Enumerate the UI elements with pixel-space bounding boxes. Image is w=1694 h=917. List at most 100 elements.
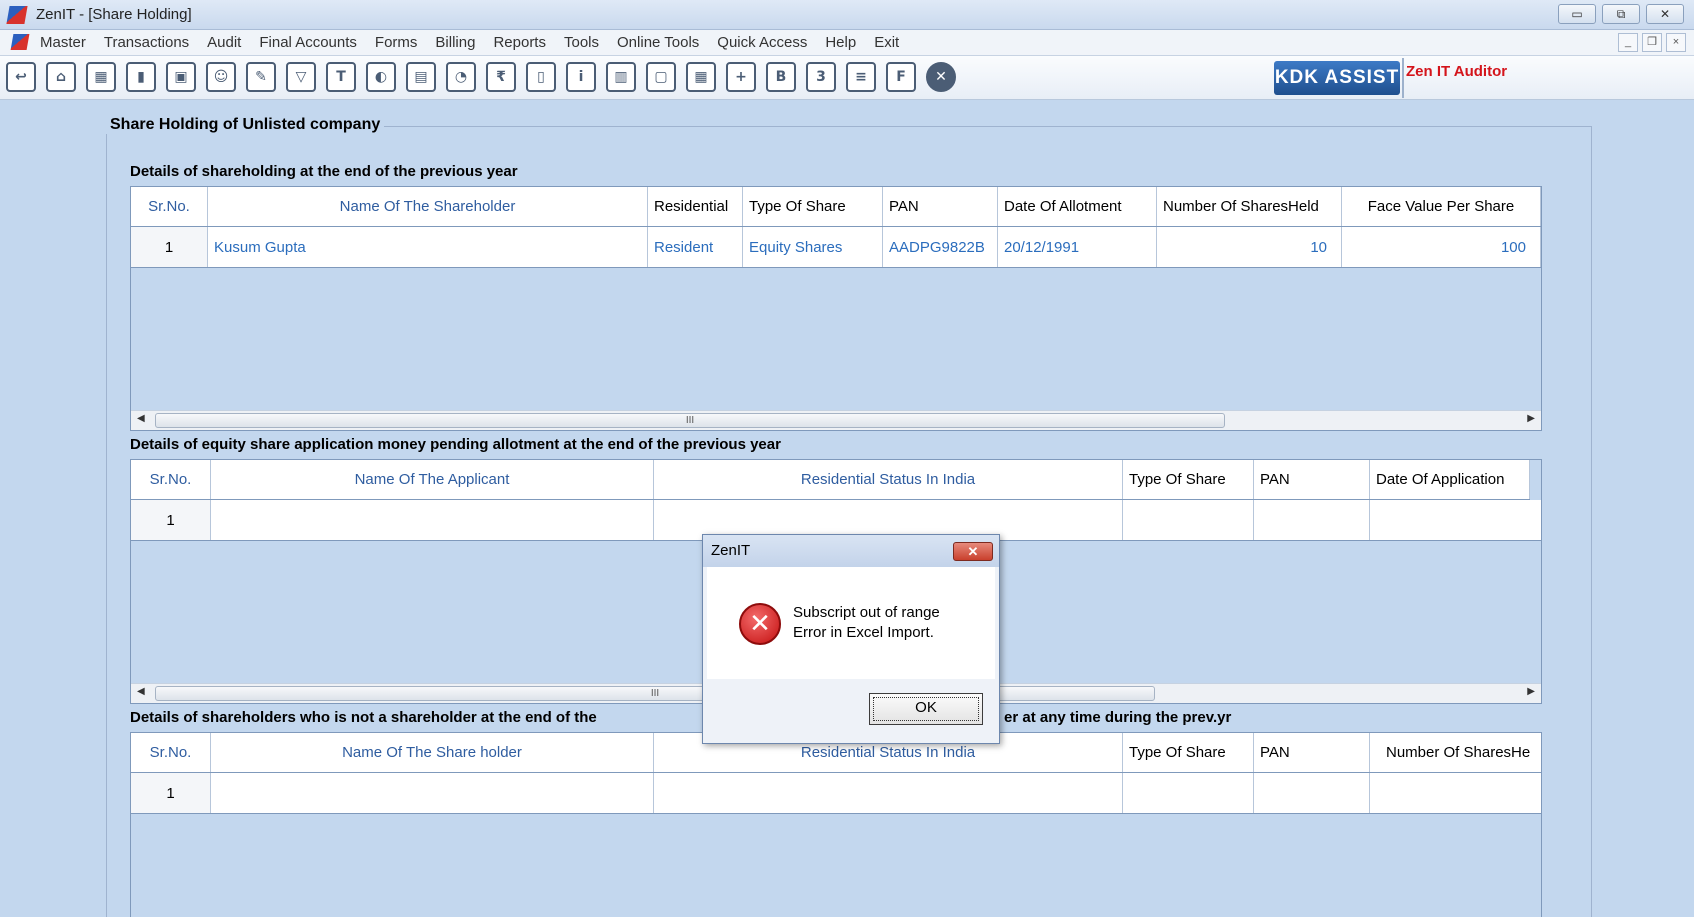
document-icon[interactable]: ▢ (646, 62, 676, 92)
scroll-right-icon[interactable]: ▶ (1527, 413, 1535, 424)
grid-header: Sr.No. Name Of The Shareholder Residenti… (131, 187, 1541, 227)
edit-icon[interactable]: ✎ (246, 62, 276, 92)
applicant-name-cell[interactable] (211, 500, 654, 540)
scroll-left-icon[interactable]: ◀ (137, 413, 145, 424)
menu-final-accounts[interactable]: Final Accounts (259, 34, 357, 51)
col-pan: PAN (1254, 460, 1370, 499)
calendar-icon[interactable]: ▦ (686, 62, 716, 92)
dialog-title: ZenIT (711, 542, 751, 559)
info-icon[interactable]: i (566, 62, 596, 92)
horizontal-scrollbar[interactable]: ◀ III ▶ (131, 410, 1541, 430)
menu-quick-access[interactable]: Quick Access (717, 34, 807, 51)
type-of-share-cell[interactable]: Equity Shares (743, 227, 883, 267)
menu-billing[interactable]: Billing (435, 34, 475, 51)
window-controls: ▭ ⧉ ✕ (1558, 4, 1684, 24)
filter-icon[interactable]: ▽ (286, 62, 316, 92)
pay-icon[interactable]: ₹ (486, 62, 516, 92)
table-row[interactable]: 1 (131, 773, 1541, 814)
col-sr-no: Sr.No. (131, 187, 208, 226)
col-pan: PAN (1254, 733, 1370, 772)
col-sr-no: Sr.No. (131, 460, 211, 499)
mdi-close-button[interactable]: × (1666, 33, 1686, 52)
scroll-left-icon[interactable]: ◀ (137, 686, 145, 697)
section3-label-left: Details of shareholders who is not a sha… (130, 709, 597, 726)
shareholding-grid[interactable]: Sr.No. Name Of The Shareholder Residenti… (130, 186, 1542, 431)
menu-tools[interactable]: Tools (564, 34, 599, 51)
back-icon[interactable]: ↩ (6, 62, 36, 92)
row-sr-no: 1 (131, 227, 208, 267)
bar-chart-icon[interactable]: ▮ (126, 62, 156, 92)
menu-master[interactable]: Master (40, 34, 86, 51)
report-icon[interactable]: ▥ (606, 62, 636, 92)
3cd-icon[interactable]: 3 (806, 62, 836, 92)
row-sr-no: 1 (131, 773, 211, 813)
number-of-shares-cell[interactable]: 10 (1157, 227, 1342, 267)
pan-cell[interactable] (1254, 773, 1370, 813)
dialog-title-bar[interactable]: ZenIT ✕ (703, 535, 999, 567)
table-row[interactable]: 1 Kusum Gupta Resident Equity Shares AAD… (131, 227, 1541, 268)
fac-icon[interactable]: F (886, 62, 916, 92)
scroll-thumb[interactable]: III (155, 686, 1155, 701)
dialog-close-button[interactable]: ✕ (953, 542, 993, 561)
type-of-share-cell[interactable] (1123, 773, 1254, 813)
col-face-value: Face Value Per Share (1342, 187, 1541, 226)
menu-audit[interactable]: Audit (207, 34, 241, 51)
tax-icon[interactable]: T (326, 62, 356, 92)
calculator-icon[interactable]: ▤ (406, 62, 436, 92)
col-shareholder-name: Name Of The Share holder (211, 733, 654, 772)
menu-transactions[interactable]: Transactions (104, 34, 189, 51)
date-of-application-cell[interactable] (1370, 500, 1541, 540)
add-icon[interactable]: + (726, 62, 756, 92)
error-line-1: Subscript out of range (793, 604, 940, 621)
number-of-shares-cell[interactable] (1370, 773, 1541, 813)
dialog-body: ✕ Subscript out of range Error in Excel … (707, 567, 995, 679)
home-icon[interactable]: ⌂ (46, 62, 76, 92)
group-title: Share Holding of Unlisted company (106, 116, 385, 134)
title-bar: ZenIT - [Share Holding] ▭ ⧉ ✕ (0, 0, 1694, 30)
users-icon[interactable]: ☺ (206, 62, 236, 92)
toggle-icon[interactable]: ◐ (366, 62, 396, 92)
minimize-button[interactable]: ▭ (1558, 4, 1596, 24)
row-sr-no: 1 (131, 500, 211, 540)
pan-cell[interactable]: AADPG9822B (883, 227, 998, 267)
scroll-thumb[interactable]: III (155, 413, 1225, 428)
menu-logo-icon (10, 34, 30, 50)
pan-cell[interactable] (1254, 500, 1370, 540)
former-shareholders-grid[interactable]: Sr.No. Name Of The Share holder Resident… (130, 732, 1542, 917)
col-number-of-shares: Number Of SharesHeld (1157, 187, 1342, 226)
shareholder-name-cell[interactable] (211, 773, 654, 813)
book-icon[interactable]: ▯ (526, 62, 556, 92)
residential-status-cell[interactable] (654, 773, 1123, 813)
type-of-share-cell[interactable] (1123, 500, 1254, 540)
toolbar-separator (1402, 58, 1404, 98)
restore-button[interactable]: ⧉ (1602, 4, 1640, 24)
shareholder-name-cell[interactable]: Kusum Gupta (208, 227, 648, 267)
grid-header: Sr.No. Name Of The Applicant Residential… (131, 460, 1530, 500)
error-message: Subscript out of range Error in Excel Im… (793, 603, 940, 643)
gift-icon[interactable]: ▣ (166, 62, 196, 92)
menu-forms[interactable]: Forms (375, 34, 418, 51)
error-line-2: Error in Excel Import. (793, 624, 934, 641)
col-type-of-share: Type Of Share (1123, 733, 1254, 772)
building-icon[interactable]: ▦ (86, 62, 116, 92)
pie-chart-icon[interactable]: ◔ (446, 62, 476, 92)
error-dialog: ZenIT ✕ ✕ Subscript out of range Error i… (702, 534, 1000, 744)
mdi-restore-button[interactable]: ❐ (1642, 33, 1662, 52)
kdk-assist-button[interactable]: KDK ASSIST (1274, 61, 1400, 95)
col-date-of-allotment: Date Of Allotment (998, 187, 1157, 226)
ledger-icon[interactable]: ≡ (846, 62, 876, 92)
close-window-button[interactable]: ✕ (1646, 4, 1684, 24)
close-icon[interactable]: ✕ (926, 62, 956, 92)
menu-exit[interactable]: Exit (874, 34, 899, 51)
menu-online-tools[interactable]: Online Tools (617, 34, 699, 51)
date-of-allotment-cell[interactable]: 20/12/1991 (998, 227, 1157, 267)
mdi-minimize-button[interactable]: _ (1618, 33, 1638, 52)
menu-reports[interactable]: Reports (493, 34, 546, 51)
ok-button[interactable]: OK (869, 693, 983, 725)
menu-help[interactable]: Help (825, 34, 856, 51)
error-icon: ✕ (739, 603, 781, 645)
scroll-right-icon[interactable]: ▶ (1527, 686, 1535, 697)
bs-icon[interactable]: B (766, 62, 796, 92)
face-value-cell[interactable]: 100 (1342, 227, 1541, 267)
residential-cell[interactable]: Resident (648, 227, 743, 267)
